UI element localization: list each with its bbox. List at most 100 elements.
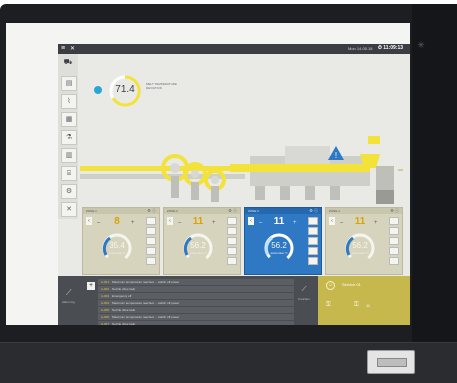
decrease-button[interactable]: – [340, 220, 343, 226]
alarm-row[interactable]: A-007 Nozzle drive fault [98, 321, 294, 325]
zone-toggle-button[interactable] [389, 247, 399, 255]
zone-setpoint: 8 [114, 216, 120, 227]
alarm-code: A-003 [101, 294, 110, 298]
zone-toggle-button[interactable] [227, 227, 237, 235]
usb-port [367, 350, 415, 374]
unit-icon[interactable]: ▦ [61, 112, 77, 127]
zone-toggle-button[interactable] [308, 217, 318, 225]
user-panel[interactable]: ☺ Service 01 ⚿ ⚿ 11 [318, 276, 410, 325]
function-label: Function [298, 297, 310, 301]
alarm-code: A-006 [101, 315, 110, 319]
zone-toggle-button[interactable] [227, 257, 237, 265]
zone-panel-header: ZONE 1 ⚙ ⓘ [83, 208, 159, 214]
zone-toggle-button[interactable] [227, 247, 237, 255]
zone-setpoint: 11 [273, 216, 285, 227]
zone-toggle-button[interactable] [308, 237, 318, 245]
user-name: Service 01 [342, 282, 361, 287]
close-icon[interactable]: ✕ [70, 45, 75, 53]
alarm-area: ⟋ Alarm log + A-001 Maximum temperature r… [58, 276, 410, 325]
alarm-code: A-001 [101, 280, 110, 284]
extruder-illustration: ! [80, 136, 394, 204]
zone-toggle-button[interactable] [389, 257, 399, 265]
lock-icon[interactable]: ⚿ [326, 302, 331, 309]
settings-icon[interactable]: ✕ [61, 202, 77, 217]
zone-toggle-button[interactable] [146, 257, 156, 265]
zone-prev-button[interactable]: ‹ [86, 217, 92, 225]
increase-button[interactable]: + [131, 220, 135, 226]
decrease-button[interactable]: – [97, 220, 100, 226]
hmi-app: ≡ ✕ Mon 14.05.18 ⏱ 11:09:13 ⛟ ▤ ⌇ ▦ ⚗ ▥ … [58, 44, 410, 325]
zone-toggle-button[interactable] [146, 237, 156, 245]
user-locks: ⚿ ⚿ 11 [326, 302, 406, 310]
alarm-text: Nozzle drive fault [112, 322, 136, 325]
alarm-code: A-002 [101, 287, 110, 291]
alarm-code: A-005 [101, 308, 110, 312]
touch-screen: ≡ ✕ Mon 14.05.18 ⏱ 11:09:13 ⛟ ▤ ⌇ ▦ ⚗ ▥ … [6, 23, 410, 325]
zone-toggle-button[interactable] [308, 227, 318, 235]
zone-panel-header: ZONE 4 ⚙ ⓘ [326, 208, 402, 214]
container-icon[interactable]: ▥ [61, 148, 77, 163]
menu-icon[interactable]: ≡ [61, 45, 65, 53]
zone-prev-button[interactable]: ‹ [167, 217, 173, 225]
lock-value: 11 [366, 303, 371, 308]
zone-panel[interactable]: ZONE 1 ⚙ ⓘ ‹ – 8 +35.4 actual value °C [82, 207, 160, 275]
machine-icon[interactable]: ⛟ [61, 56, 75, 69]
panel-options-icon[interactable]: ⚙ ⓘ [147, 209, 156, 213]
zone-toggle-button[interactable] [227, 217, 237, 225]
alarm-chart-icon[interactable]: ⟋ [66, 288, 80, 300]
alarm-row[interactable]: A-001 Maximum temperature reached ... swi… [98, 279, 294, 285]
chart-icon[interactable]: ⌇ [61, 94, 77, 109]
tank-icon[interactable]: ⌸ [61, 166, 77, 181]
decrease-button[interactable]: – [178, 220, 181, 226]
add-button[interactable]: + [87, 282, 95, 290]
zone-actual: 56.2 [190, 241, 206, 250]
increase-button[interactable]: + [212, 220, 216, 226]
zone-toggle-button[interactable] [389, 237, 399, 245]
zone-title: ZONE 4 [329, 209, 340, 213]
zone-toggle-button[interactable] [389, 217, 399, 225]
panel-options-icon[interactable]: ⚙ ⓘ [390, 209, 399, 213]
alarm-text: Maximum temperature reached ... switch o… [112, 315, 180, 319]
zone-panel-header: ZONE 3 ⚙ ⓘ [245, 208, 321, 214]
zone-gauge-label: actual value °C [189, 252, 207, 255]
zone-toggle-button[interactable] [227, 237, 237, 245]
alarm-row[interactable]: A-005 Nozzle drive fault [98, 307, 294, 313]
flask-icon[interactable]: ⚗ [61, 130, 77, 145]
zone-prev-button[interactable]: ‹ [248, 217, 254, 225]
alarm-text: Nozzle drive fault [112, 308, 136, 312]
mold-icon[interactable]: ▤ [61, 76, 77, 91]
kpi-label: MELT TEMPERATURE DEVIATION [146, 82, 177, 90]
lock-icon[interactable]: ⚿ [354, 302, 359, 309]
alarm-row[interactable]: A-006 Maximum temperature reached ... swi… [98, 314, 294, 320]
zone-panel[interactable]: ZONE 3 ⚙ ⓘ ‹ – 11 +56.2 actual value °C [244, 207, 322, 275]
zone-panel[interactable]: ZONE 4 ⚙ ⓘ ‹ – 11 +56.2 actual value °C [325, 207, 403, 275]
alarm-text: Emergency off [112, 294, 132, 298]
zone-panel-header: ZONE 2 ⚙ ⓘ [164, 208, 240, 214]
panel-options-icon[interactable]: ⚙ ⓘ [228, 209, 237, 213]
decrease-button[interactable]: – [259, 220, 262, 226]
alarm-row[interactable]: A-004 Maximum temperature reached ... swi… [98, 300, 294, 306]
zone-toggle-button[interactable] [146, 227, 156, 235]
panel-options-icon[interactable]: ⚙ ⓘ [309, 209, 318, 213]
increase-button[interactable]: + [374, 220, 378, 226]
zone-toggle-button[interactable] [308, 257, 318, 265]
process-icon[interactable]: ⚙ [61, 184, 77, 199]
zone-gauge-label: actual value °C [351, 252, 369, 255]
zone-prev-button[interactable]: ‹ [329, 217, 335, 225]
zone-toggle-button[interactable] [308, 247, 318, 255]
zone-toggle-button[interactable] [146, 217, 156, 225]
zone-title: ZONE 2 [167, 209, 178, 213]
alarm-chart-label: Alarm log [62, 300, 75, 304]
alarm-code: A-007 [101, 322, 110, 325]
alarm-row[interactable]: A-002 Nozzle drive fault [98, 286, 294, 292]
zone-gauge-label: actual value °C [108, 252, 126, 255]
zone-title: ZONE 1 [86, 209, 97, 213]
bezel-side [412, 4, 457, 344]
zone-panel[interactable]: ZONE 2 ⚙ ⓘ ‹ – 11 +56.2 actual value °C [163, 207, 241, 275]
zone-title: ZONE 3 [248, 209, 259, 213]
function-icon[interactable]: ⟋ [298, 286, 310, 294]
increase-button[interactable]: + [293, 220, 297, 226]
zone-toggle-button[interactable] [146, 247, 156, 255]
zone-toggle-button[interactable] [389, 227, 399, 235]
alarm-row[interactable]: A-003 Emergency off [98, 293, 294, 299]
